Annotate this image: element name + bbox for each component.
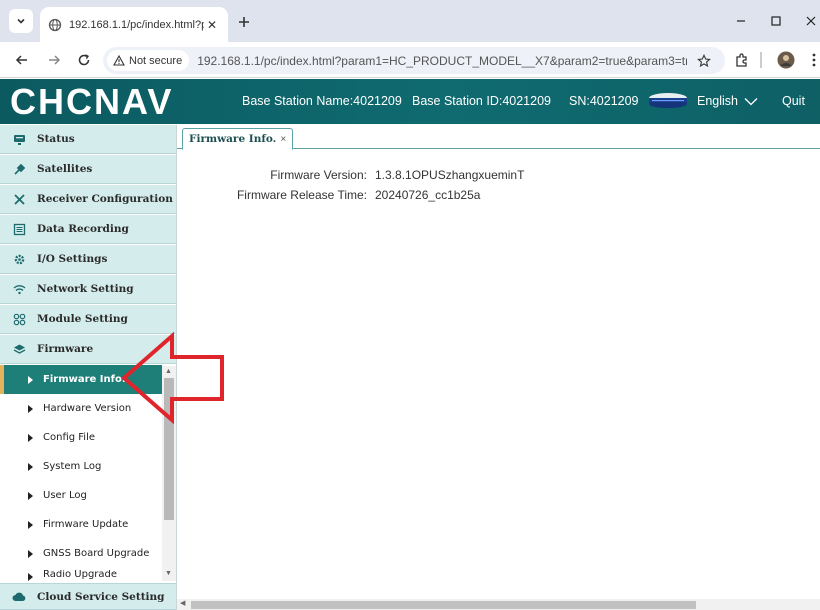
sidebar-item-data-recording[interactable]: Data Recording: [0, 215, 176, 244]
serial-number: SN:4021209: [569, 94, 639, 108]
language-label: English: [697, 94, 738, 108]
language-selector[interactable]: English: [697, 94, 758, 108]
puzzle-icon: [736, 53, 747, 67]
svg-text:CHCNAV: CHCNAV: [10, 83, 173, 119]
plus-icon: [239, 17, 249, 27]
toolbar-divider: [760, 52, 762, 68]
chcnav-logo: CHCNAV: [10, 81, 195, 121]
forward-button[interactable]: [44, 50, 64, 70]
submenu-system-log[interactable]: System Log: [0, 452, 162, 481]
reload-icon: [78, 54, 90, 66]
maximize-button[interactable]: [765, 10, 787, 32]
new-tab-button[interactable]: [234, 12, 254, 32]
caret-right-icon: [28, 491, 33, 500]
caret-right-icon: [28, 462, 33, 471]
minimize-button[interactable]: [730, 10, 752, 32]
browser-menu-button[interactable]: [804, 50, 820, 70]
close-tab-icon[interactable]: ✕: [204, 17, 220, 33]
close-icon: [806, 16, 816, 26]
reload-button[interactable]: [74, 50, 94, 70]
base-station-name: Base Station Name:4021209: [242, 94, 402, 108]
kebab-menu-icon: [812, 53, 816, 67]
firmware-release-label: Firmware Release Time:: [236, 188, 367, 202]
bookmark-star-icon[interactable]: [695, 52, 713, 70]
list-icon: [11, 221, 27, 237]
submenu-firmware-update[interactable]: Firmware Update: [0, 510, 162, 539]
caret-right-icon: [28, 404, 33, 413]
annotation-arrow-icon: [120, 331, 224, 425]
warning-icon: [113, 55, 125, 66]
omnibox[interactable]: Not secure 192.168.1.1/pc/index.html?par…: [103, 47, 725, 74]
globe-icon: [48, 18, 62, 32]
tools-icon: [11, 191, 27, 207]
firmware-version-value: 1.3.8.1OPUSzhangxueminT: [375, 168, 525, 182]
submenu-gnss-board-upgrade[interactable]: GNSS Board Upgrade: [0, 539, 162, 568]
quit-link[interactable]: Quit: [782, 94, 805, 108]
tab-title: 192.168.1.1/pc/index.html?para: [69, 18, 204, 31]
cloud-icon: [11, 589, 27, 605]
satellite-icon: [11, 161, 27, 177]
submenu-user-log[interactable]: User Log: [0, 481, 162, 510]
sidebar-item-receiver-configuration[interactable]: Receiver Configuration: [0, 185, 176, 214]
caret-right-icon: [28, 433, 33, 442]
firmware-version-label: Firmware Version:: [270, 168, 367, 182]
tab-firmware-info[interactable]: Firmware Info. ×: [182, 128, 294, 150]
close-window-button[interactable]: [800, 10, 820, 32]
main-content: Firmware Info. × Firmware Version: 1.3.8…: [177, 124, 820, 610]
horizontal-scrollbar[interactable]: ◀: [177, 599, 820, 610]
scroll-left-icon[interactable]: ◀: [180, 599, 185, 607]
caret-right-icon: [28, 549, 33, 558]
scroll-down-icon[interactable]: ▼: [165, 570, 172, 577]
layers-icon: [11, 341, 27, 357]
sidebar-item-status[interactable]: Status: [0, 125, 176, 154]
arrow-left-icon: [15, 55, 27, 65]
security-label: Not secure: [129, 54, 183, 67]
sidebar-item-io-settings[interactable]: I/O Settings: [0, 245, 176, 274]
back-button[interactable]: [12, 50, 32, 70]
minimize-icon: [737, 20, 745, 22]
close-tab-icon[interactable]: ×: [280, 134, 286, 145]
sidebar-item-network-setting[interactable]: Network Setting: [0, 275, 176, 304]
submenu-config-file[interactable]: Config File: [0, 423, 162, 452]
avatar-icon: [777, 51, 795, 69]
base-station-id: Base Station ID:4021209: [412, 94, 551, 108]
browser-tab[interactable]: 192.168.1.1/pc/index.html?para ✕: [40, 7, 228, 42]
address-bar-row: Not secure 192.168.1.1/pc/index.html?par…: [0, 42, 820, 78]
modules-icon: [11, 311, 27, 327]
extensions-button[interactable]: [732, 50, 752, 70]
caret-right-icon: [28, 573, 33, 581]
profile-avatar[interactable]: [776, 50, 796, 70]
wifi-icon: [11, 281, 27, 297]
maximize-icon: [771, 16, 781, 26]
browser-tab-bar: 192.168.1.1/pc/index.html?para ✕: [0, 0, 820, 42]
firmware-release-value: 20240726_cc1b25a: [375, 188, 481, 202]
tab-search-button[interactable]: [9, 9, 33, 33]
gear-icon: [11, 251, 27, 267]
content-tab-strip: Firmware Info. ×: [177, 124, 820, 150]
status-icon: [11, 131, 27, 147]
url-text[interactable]: 192.168.1.1/pc/index.html?param1=HC_PROD…: [197, 54, 687, 68]
arrow-right-icon: [49, 55, 61, 65]
chevron-down-icon: [744, 97, 758, 105]
submenu-radio-upgrade[interactable]: Radio Upgrade: [0, 570, 162, 582]
caret-right-icon: [28, 520, 33, 529]
scrollbar-thumb[interactable]: [191, 601, 696, 609]
sidebar-item-cloud-service-setting[interactable]: Cloud Service Setting: [0, 583, 176, 610]
caret-right-icon: [28, 375, 33, 384]
app-header: CHCNAV Base Station Name:4021209 Base St…: [0, 79, 820, 124]
sidebar-item-satellites[interactable]: Satellites: [0, 155, 176, 184]
chevron-down-icon: [17, 18, 25, 24]
receiver-icon: [649, 93, 687, 108]
security-chip[interactable]: Not secure: [107, 50, 190, 71]
